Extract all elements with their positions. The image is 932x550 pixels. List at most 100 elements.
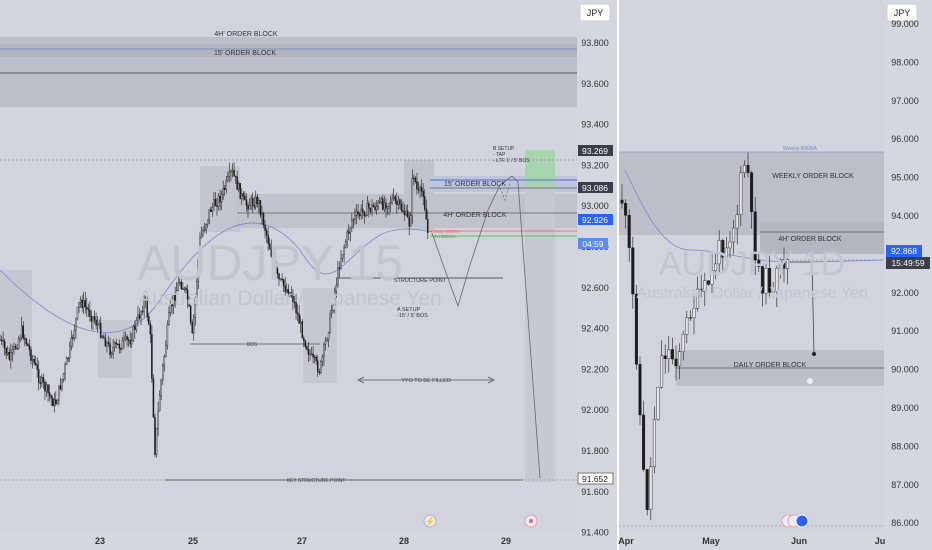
right-price-tick: 86.000	[891, 518, 919, 528]
candle	[20, 325, 23, 339]
candle	[124, 336, 127, 339]
right-price-tick: 98.000	[891, 57, 919, 67]
right-time-axis[interactable]	[619, 530, 884, 550]
candle	[13, 346, 15, 350]
candle	[414, 177, 417, 182]
candle	[11, 349, 14, 353]
candle	[242, 193, 245, 197]
right-event-icon-3[interactable]	[795, 514, 809, 528]
candle	[358, 213, 361, 216]
candle	[368, 203, 370, 209]
candle	[296, 312, 299, 315]
candle	[371, 204, 373, 212]
candle	[168, 312, 170, 326]
candle	[374, 206, 376, 211]
candle	[70, 337, 73, 347]
candle	[750, 172, 754, 212]
chart-workspace: AUDJPY 15 Australian Dollar / Japanese Y…	[0, 0, 932, 550]
left-time-tick: 29	[501, 536, 511, 546]
candle	[692, 308, 696, 319]
candle	[365, 215, 367, 217]
candle	[19, 337, 21, 340]
candle	[73, 330, 76, 339]
left-price-tick: 92.000	[581, 405, 609, 415]
candle	[652, 419, 656, 467]
candle	[642, 414, 646, 470]
annot-weekly-ob: WEEKLY ORDER BLOCK	[772, 173, 854, 180]
right-target-dot	[812, 352, 816, 356]
candle	[681, 334, 685, 352]
candle	[208, 209, 210, 221]
candle	[107, 342, 110, 344]
candle	[151, 333, 153, 379]
left-time-axis[interactable]	[0, 530, 577, 550]
candle	[317, 360, 319, 373]
candle	[166, 324, 169, 346]
right-price-tick: 96.000	[891, 134, 919, 144]
candle	[41, 377, 43, 384]
candle	[127, 339, 130, 341]
right-hollow-dot	[807, 378, 813, 384]
badge-91652-text: 91.652	[582, 474, 608, 484]
candle	[327, 332, 330, 340]
candle	[391, 198, 393, 203]
candle	[106, 342, 108, 347]
candle	[76, 307, 79, 319]
candle	[211, 206, 214, 212]
candle	[36, 364, 38, 370]
candle	[688, 317, 692, 319]
candle	[233, 169, 235, 177]
candle	[394, 196, 397, 202]
left-price-tick: 92.200	[581, 364, 609, 374]
candle	[627, 215, 631, 248]
candle	[216, 205, 218, 208]
left-price-tick: 93.200	[581, 160, 609, 170]
pane-divider[interactable]	[617, 0, 619, 550]
left-price-tick: 92.400	[581, 324, 609, 334]
candle	[55, 399, 57, 405]
candle	[101, 336, 104, 338]
right-price-tick: 88.000	[891, 441, 919, 451]
candle	[735, 214, 739, 229]
candle	[620, 199, 624, 204]
right-price-tick: 99.000	[891, 19, 919, 29]
left-price-tick: 91.600	[581, 487, 609, 497]
candle	[89, 309, 91, 317]
candle	[380, 198, 383, 203]
candle	[236, 176, 238, 190]
candle	[149, 323, 152, 335]
left-time-tick: 28	[399, 536, 409, 546]
candle	[141, 311, 144, 313]
candle	[120, 348, 122, 350]
candle	[416, 181, 418, 190]
candle	[2, 339, 4, 342]
annot-daily-ob: DAILY ORDER BLOCK	[734, 362, 807, 369]
chart-svg[interactable]: AUDJPY 15 Australian Dollar / Japanese Y…	[0, 0, 932, 550]
candle	[51, 398, 54, 407]
candle	[310, 353, 313, 355]
badge-right-countdown-text: 15:49:59	[891, 258, 924, 268]
candle	[22, 325, 25, 339]
candle	[227, 176, 229, 181]
right-price-tick: 90.000	[891, 365, 919, 375]
candle	[58, 385, 60, 401]
candle	[256, 196, 259, 205]
badge-93269-text: 93.269	[582, 146, 608, 156]
candle	[410, 215, 412, 227]
candle	[303, 337, 305, 341]
candle	[253, 204, 255, 208]
candle	[68, 346, 71, 359]
candle	[56, 400, 59, 405]
candle	[251, 198, 254, 206]
candle	[348, 231, 350, 234]
candle	[397, 199, 400, 205]
right-price-axis[interactable]	[884, 0, 932, 550]
candle	[663, 355, 667, 359]
calendar-icon-dot	[529, 519, 533, 523]
candle	[126, 336, 128, 340]
candle	[239, 183, 241, 200]
candle	[137, 314, 139, 321]
candle	[244, 196, 246, 201]
candle	[82, 300, 85, 308]
candle	[379, 201, 381, 204]
